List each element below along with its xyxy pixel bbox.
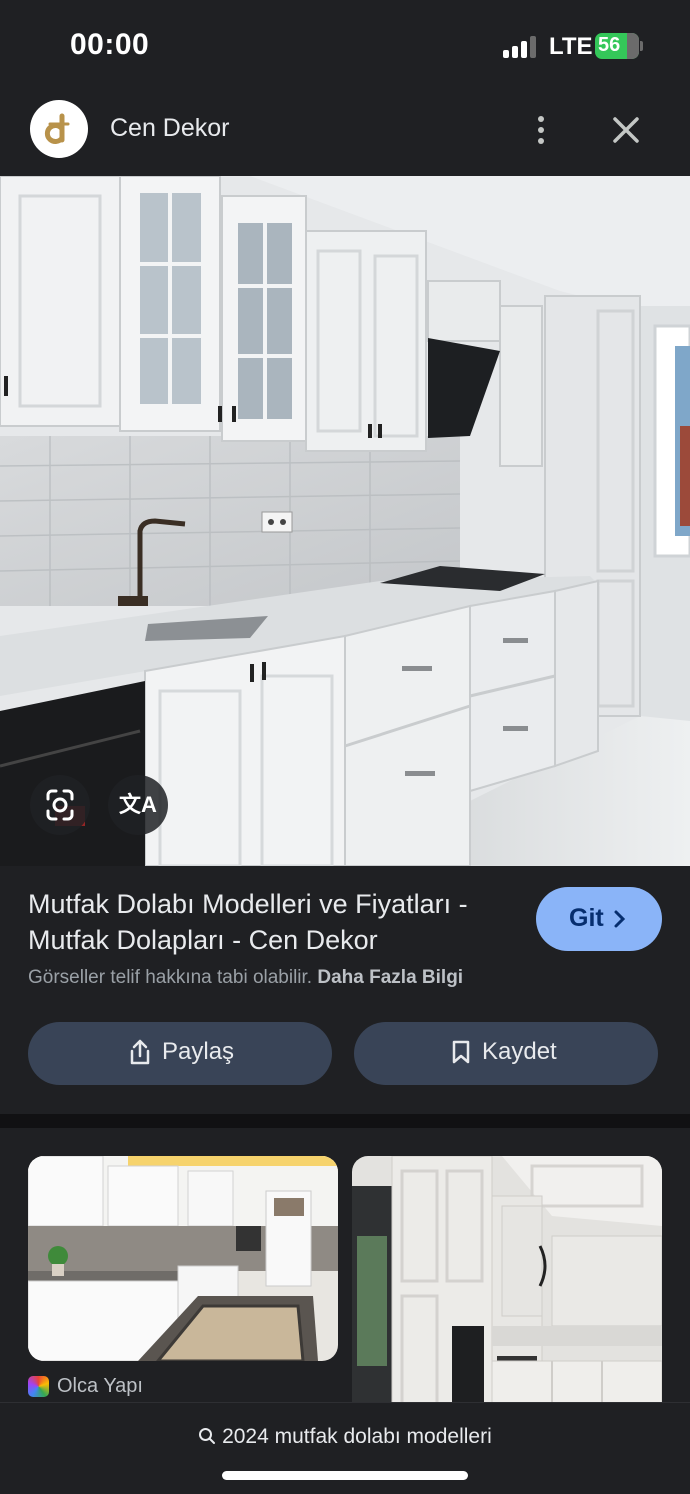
related-results: Olca Yapı <box>0 1128 690 1402</box>
copyright-notice: Görseller telif hakkına tabi olabilir. D… <box>28 967 463 989</box>
visit-label: Git <box>569 904 604 932</box>
main-image[interactable] <box>0 176 690 866</box>
close-icon <box>613 117 639 143</box>
more-vert-icon <box>538 116 544 122</box>
battery-tip <box>640 41 643 51</box>
result-info: Mutfak Dolabı Modelleri ve Fiyatları - M… <box>0 866 690 1114</box>
chevron-right-icon <box>614 910 626 928</box>
signal-strength-icon <box>503 36 539 58</box>
source-favicon-icon <box>28 1375 49 1397</box>
bottom-search-bar[interactable]: 2024 mutfak dolabı modelleri <box>0 1402 690 1494</box>
visit-button[interactable]: Git <box>536 887 662 951</box>
share-button[interactable]: Paylaş <box>28 1022 332 1085</box>
bookmark-icon <box>452 1040 470 1064</box>
share-icon <box>130 1039 150 1065</box>
status-time: 00:00 <box>70 28 150 61</box>
search-icon <box>199 1428 216 1444</box>
page-title[interactable]: Mutfak Dolabı Modelleri ve Fiyatları - M… <box>28 886 518 958</box>
share-label: Paylaş <box>162 1038 235 1065</box>
kitchen-photo <box>0 176 690 866</box>
kitchen-thumbnail-1 <box>28 1156 338 1361</box>
search-query-row[interactable]: 2024 mutfak dolabı modelleri <box>0 1425 690 1449</box>
save-label: Kaydet <box>482 1038 557 1065</box>
save-button[interactable]: Kaydet <box>354 1022 658 1085</box>
cen-dekor-logo-icon <box>44 113 70 144</box>
learn-more-link[interactable]: Daha Fazla Bilgi <box>317 967 463 988</box>
viewer-header: Cen Dekor <box>0 86 690 176</box>
related-source[interactable]: Olca Yapı <box>28 1374 143 1398</box>
source-name: Olca Yapı <box>57 1374 143 1397</box>
related-image-2[interactable] <box>352 1156 662 1402</box>
section-divider <box>0 1114 690 1128</box>
battery-icon: 56 <box>595 33 639 59</box>
related-image-1[interactable] <box>28 1156 338 1361</box>
more-options-button[interactable] <box>526 108 556 152</box>
site-logo[interactable] <box>30 100 88 158</box>
close-button[interactable] <box>606 110 646 150</box>
home-indicator[interactable] <box>222 1471 468 1480</box>
network-type: LTE <box>549 33 593 60</box>
copyright-text: Görseller telif hakkına tabi olabilir. <box>28 967 313 988</box>
kitchen-thumbnail-2 <box>352 1156 662 1402</box>
google-lens-icon <box>46 789 74 821</box>
search-query-text: 2024 mutfak dolabı modelleri <box>222 1425 492 1448</box>
translate-button[interactable]: 文A <box>108 775 168 835</box>
translate-icon: 文A <box>119 792 157 817</box>
battery-level: 56 <box>598 34 621 56</box>
site-name[interactable]: Cen Dekor <box>110 114 230 143</box>
status-bar: 00:00 LTE 56 <box>0 0 690 86</box>
google-lens-button[interactable] <box>30 775 90 835</box>
